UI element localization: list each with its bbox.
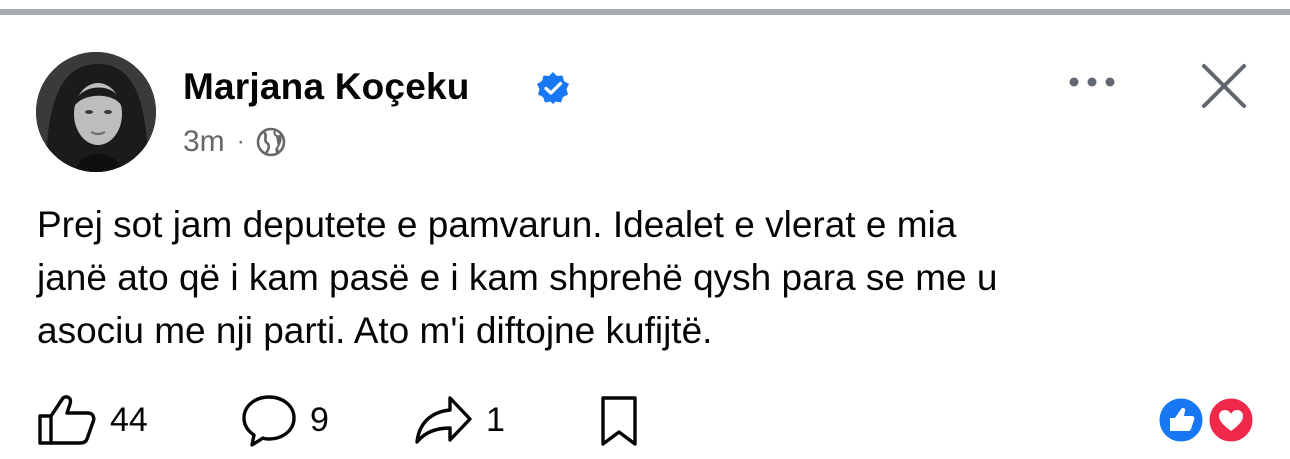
comment-button[interactable]: 9 — [240, 392, 329, 448]
avatar[interactable] — [36, 52, 156, 172]
comment-bubble-icon — [242, 395, 296, 447]
bookmark-icon[interactable] — [596, 394, 642, 448]
more-options-icon[interactable] — [1066, 70, 1118, 94]
like-reaction-icon — [1156, 395, 1206, 445]
post-time[interactable]: 3m — [183, 125, 225, 159]
author-name[interactable]: Marjana Koçeku — [183, 66, 470, 108]
post-meta: 3m · — [183, 125, 287, 159]
meta-separator: · — [236, 128, 245, 155]
reactions-summary[interactable] — [1155, 392, 1259, 448]
share-count: 1 — [486, 400, 505, 439]
share-button[interactable]: 1 — [412, 392, 505, 448]
like-button[interactable]: 44 — [36, 392, 148, 448]
avatar-photo — [36, 52, 156, 172]
post-text: Prej sot jam deputete e pamvarun. Ideale… — [37, 198, 1257, 357]
love-reaction-icon — [1206, 395, 1256, 445]
like-count: 44 — [110, 400, 148, 439]
globe-icon[interactable] — [255, 126, 287, 158]
close-icon[interactable] — [1198, 60, 1250, 112]
share-arrow-icon — [415, 396, 472, 444]
thumbs-up-icon — [38, 395, 96, 445]
post-text-line: Prej sot jam deputete e pamvarun. Ideale… — [37, 204, 957, 245]
post-text-line: janë ato që i kam pasë e i kam shprehë q… — [37, 257, 998, 298]
comment-count: 9 — [310, 400, 329, 439]
post-text-line: asociu me nji parti. Ato m'i diftojne ku… — [37, 310, 713, 351]
top-divider — [0, 9, 1290, 15]
verified-badge-icon — [537, 72, 569, 104]
